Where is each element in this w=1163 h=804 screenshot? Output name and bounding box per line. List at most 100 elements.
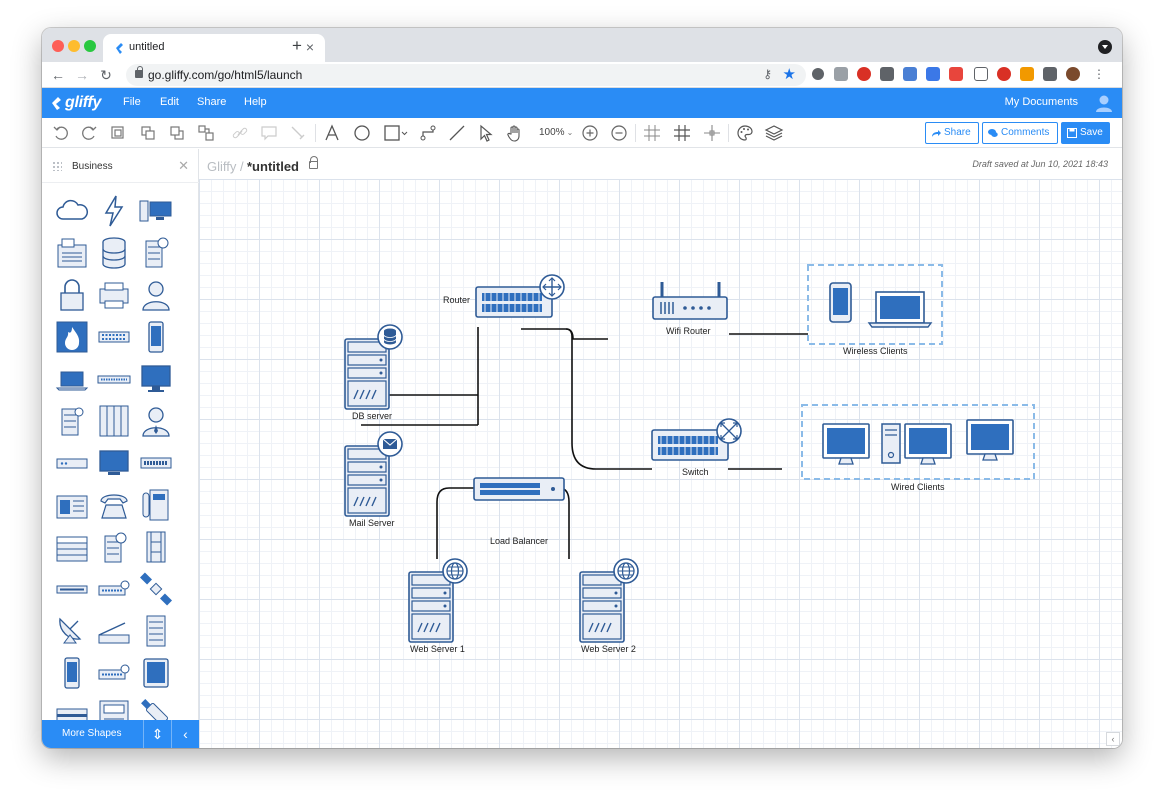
more-shapes-button[interactable]: More Shapes xyxy=(62,728,121,739)
workstation-icon[interactable] xyxy=(138,193,174,229)
wired-clients-group[interactable]: Wired Clients xyxy=(801,404,1035,492)
comments-button[interactable]: Comments xyxy=(982,122,1058,144)
snap-to-grid-icon[interactable] xyxy=(642,123,662,143)
bring-forward-icon[interactable] xyxy=(138,123,158,143)
modem-icon[interactable] xyxy=(54,445,90,481)
expand-properties-chevron-icon[interactable]: ‹ xyxy=(1106,732,1120,746)
server-settings-icon[interactable] xyxy=(138,235,174,271)
satellite-dish-icon[interactable] xyxy=(54,613,90,649)
back-icon[interactable]: ← xyxy=(48,65,68,85)
smartphone-icon[interactable] xyxy=(54,655,90,691)
zoom-out-icon[interactable] xyxy=(609,123,629,143)
t-extension-icon[interactable] xyxy=(857,67,871,81)
theme-palette-icon[interactable] xyxy=(735,123,755,143)
recorder-extension-icon[interactable] xyxy=(997,67,1011,81)
menu-file[interactable]: File xyxy=(123,96,141,108)
key-icon[interactable]: ⚷ xyxy=(763,67,772,81)
text-tool-icon[interactable] xyxy=(322,123,342,143)
my-documents-link[interactable]: My Documents xyxy=(1005,96,1078,108)
server-rack-icon[interactable] xyxy=(96,403,132,439)
patch-panel-icon[interactable] xyxy=(96,361,132,397)
share-button[interactable]: Share xyxy=(925,122,979,144)
bookmark-star-icon[interactable]: ★ xyxy=(783,65,796,83)
reload-icon[interactable]: ↻ xyxy=(96,65,116,85)
network-hub-icon[interactable] xyxy=(96,319,132,355)
menu-help[interactable]: Help xyxy=(244,96,267,108)
web-server-1-node[interactable]: Web Server 1 xyxy=(408,558,468,654)
pan-hand-icon[interactable] xyxy=(505,123,525,143)
rack-switch-icon[interactable] xyxy=(138,445,174,481)
telephone-icon[interactable] xyxy=(96,487,132,523)
web-server-icon[interactable] xyxy=(96,529,132,565)
mail-server-node[interactable]: Mail Server xyxy=(344,431,403,528)
extensions-puzzle-icon[interactable] xyxy=(1043,67,1057,81)
duplicate-icon[interactable] xyxy=(108,123,128,143)
lock-icon[interactable] xyxy=(309,156,318,169)
zoom-level-select[interactable]: 100% xyxy=(539,127,573,138)
save-button[interactable]: Save xyxy=(1061,122,1110,144)
laptop-icon[interactable] xyxy=(54,361,90,397)
network-switch-icon[interactable] xyxy=(54,571,90,607)
connector-tool-icon[interactable] xyxy=(418,123,438,143)
scanner-icon[interactable] xyxy=(96,613,132,649)
tablet-icon[interactable] xyxy=(138,655,174,691)
close-window-button[interactable] xyxy=(52,40,64,52)
lightning-icon[interactable] xyxy=(96,193,132,229)
profile-avatar[interactable] xyxy=(1066,67,1080,81)
cloud-icon[interactable] xyxy=(54,193,90,229)
send-backward-icon[interactable] xyxy=(167,123,187,143)
server-config-icon[interactable] xyxy=(54,403,90,439)
zoom-in-icon[interactable] xyxy=(580,123,600,143)
grid-toggle-icon[interactable] xyxy=(672,123,692,143)
copier-icon[interactable] xyxy=(54,529,90,565)
film-strip-icon[interactable] xyxy=(138,529,174,565)
diagram-canvas[interactable]: Router Wifi Router Wireless Clients DB s… xyxy=(199,179,1122,748)
url-field[interactable]: go.gliffy.com/go/html5/launch ⚷ ★ xyxy=(126,64,806,86)
menu-edit[interactable]: Edit xyxy=(160,96,179,108)
drag-handle-icon[interactable] xyxy=(52,161,62,171)
storage-array-icon[interactable] xyxy=(138,613,174,649)
web-server-2-node[interactable]: Web Server 2 xyxy=(579,558,639,654)
switch-node[interactable]: Switch xyxy=(651,418,742,477)
desktop-monitor-icon[interactable] xyxy=(96,445,132,481)
firewall-icon[interactable] xyxy=(54,319,90,355)
maximize-window-button[interactable] xyxy=(84,40,96,52)
printer-icon[interactable] xyxy=(96,277,132,313)
monitor-icon[interactable] xyxy=(138,361,174,397)
desk-phone-icon[interactable] xyxy=(138,487,174,523)
rectangle-tool-icon[interactable] xyxy=(382,123,410,143)
guides-icon[interactable] xyxy=(702,123,722,143)
pointer-tool-icon[interactable] xyxy=(476,123,496,143)
tab-search-icon[interactable] xyxy=(1098,40,1112,54)
collapse-library-icon[interactable]: ⇕ xyxy=(143,720,171,748)
document-title[interactable]: *untitled xyxy=(247,159,299,174)
undo-icon[interactable] xyxy=(51,123,71,143)
layers-icon[interactable] xyxy=(764,123,784,143)
ellipse-tool-icon[interactable] xyxy=(352,123,372,143)
forward-icon[interactable]: → xyxy=(72,65,92,85)
capture-extension-icon[interactable] xyxy=(974,67,988,81)
load-balancer-node[interactable]: Load Balancer xyxy=(473,477,565,546)
mobile-phone-icon[interactable] xyxy=(138,319,174,355)
fax-machine-icon[interactable] xyxy=(54,487,90,523)
breadcrumb[interactable]: Gliffy / xyxy=(207,159,244,174)
switch-settings-icon[interactable] xyxy=(96,571,132,607)
database-icon[interactable] xyxy=(96,235,132,271)
hide-panel-chevron-icon[interactable]: ‹ xyxy=(171,720,199,748)
wireless-clients-group[interactable]: Wireless Clients xyxy=(807,264,943,356)
browser-menu-icon[interactable]: ⋮ xyxy=(1092,67,1106,81)
rss-extension-icon[interactable] xyxy=(1020,67,1034,81)
satellite-icon[interactable] xyxy=(138,571,174,607)
moon-extension-icon[interactable] xyxy=(812,68,824,80)
user-account-icon[interactable] xyxy=(1094,93,1114,113)
square-extension-icon[interactable] xyxy=(880,67,894,81)
line-tool-icon[interactable] xyxy=(447,123,467,143)
db-server-node[interactable]: DB server xyxy=(344,324,403,421)
switch-config-icon[interactable] xyxy=(96,655,132,691)
router-node[interactable]: Router xyxy=(443,274,565,318)
user-icon[interactable] xyxy=(138,277,174,313)
wifi-router-node[interactable]: Wifi Router xyxy=(652,282,728,336)
redo-icon[interactable] xyxy=(79,123,99,143)
close-library-icon[interactable]: ✕ xyxy=(178,158,189,174)
menu-share[interactable]: Share xyxy=(197,96,226,108)
